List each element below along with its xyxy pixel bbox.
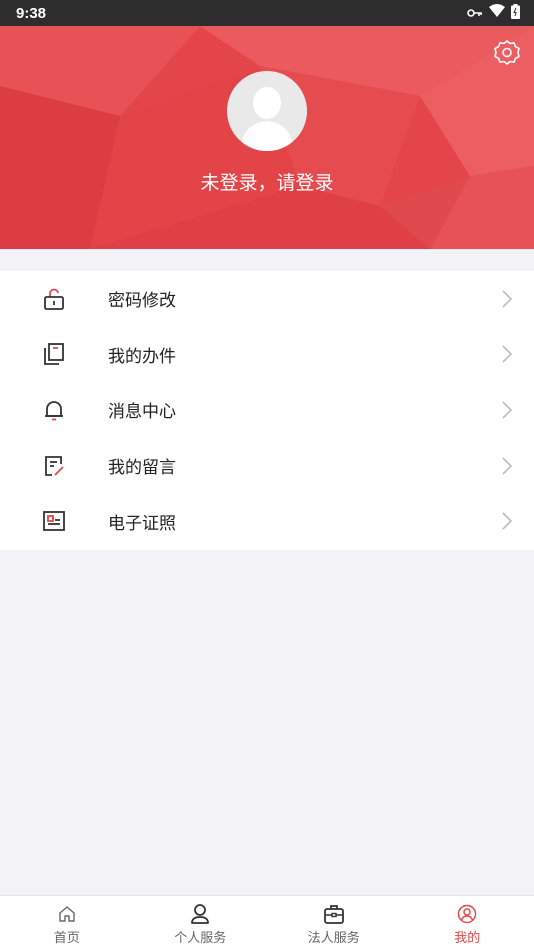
nav-label: 我的 <box>454 930 481 946</box>
battery-icon <box>511 3 520 23</box>
documents-icon <box>40 340 68 368</box>
person-icon <box>189 903 211 925</box>
chevron-right-icon <box>500 344 514 364</box>
chevron-right-icon <box>500 456 514 476</box>
nav-label: 首页 <box>53 930 80 946</box>
status-icons <box>467 3 520 23</box>
profile-icon <box>456 903 478 925</box>
note-edit-icon <box>40 452 68 480</box>
menu-item-label: 密码修改 <box>108 291 176 312</box>
menu-item-password-change[interactable]: 密码修改 <box>0 271 534 327</box>
nav-item-home[interactable]: 首页 <box>0 896 134 950</box>
menu-item-label: 我的办件 <box>108 346 176 367</box>
menu-item-message-center[interactable]: 消息中心 <box>0 382 534 438</box>
briefcase-icon <box>323 903 345 925</box>
nav-label: 法人服务 <box>307 930 360 946</box>
chevron-right-icon <box>500 400 514 420</box>
nav-item-mine[interactable]: 我的 <box>401 896 534 950</box>
id-card-icon <box>40 507 68 535</box>
menu-list: 密码修改 我的办件 消息中心 我的留言 电子证照 <box>0 271 534 550</box>
chevron-right-icon <box>500 289 514 309</box>
chevron-right-icon <box>500 511 514 531</box>
menu-item-label: 电子证照 <box>108 513 176 534</box>
home-icon <box>56 903 78 925</box>
login-prompt[interactable]: 未登录，请登录 <box>0 168 534 195</box>
avatar[interactable] <box>227 71 307 151</box>
profile-header: 未登录，请登录 <box>0 26 534 249</box>
status-time: 9:38 <box>16 4 47 22</box>
menu-item-my-messages[interactable]: 我的留言 <box>0 438 534 494</box>
vpn-key-icon <box>467 5 483 22</box>
bell-icon <box>40 396 68 424</box>
nav-item-corporate-services[interactable]: 法人服务 <box>267 896 401 950</box>
status-bar: 9:38 <box>0 0 534 26</box>
unlock-icon <box>40 285 68 313</box>
menu-item-my-cases[interactable]: 我的办件 <box>0 327 534 383</box>
nav-item-personal-services[interactable]: 个人服务 <box>134 896 268 950</box>
menu-item-label: 我的留言 <box>108 458 176 479</box>
settings-gear-icon[interactable] <box>492 38 522 68</box>
nav-label: 个人服务 <box>174 930 227 946</box>
wifi-icon <box>489 4 505 22</box>
bottom-nav: 首页 个人服务 法人服务 我的 <box>0 895 534 950</box>
menu-item-label: 消息中心 <box>108 402 176 423</box>
default-avatar-icon <box>227 71 307 151</box>
menu-item-e-license[interactable]: 电子证照 <box>0 493 534 549</box>
